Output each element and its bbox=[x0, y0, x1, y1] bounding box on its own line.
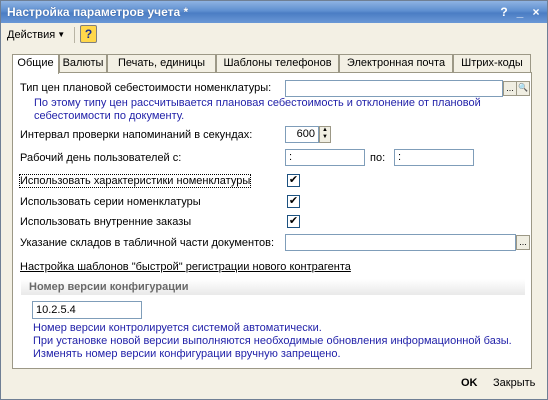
warehouse-spec-input[interactable] bbox=[285, 234, 516, 251]
minimize-button[interactable]: _ bbox=[513, 5, 527, 19]
config-version-group: Номер версии конфигурации 10.2.5.4 Номер… bbox=[21, 279, 525, 363]
help-title-button[interactable]: ? bbox=[497, 5, 511, 19]
tab-barcodes[interactable]: Штрих-коды bbox=[453, 54, 531, 73]
reminder-interval-label: Интервал проверки напоминаний в секундах… bbox=[20, 129, 253, 141]
spin-up-icon[interactable]: ▲ bbox=[320, 127, 330, 134]
actions-menu-button[interactable]: Действия ▼ bbox=[7, 27, 65, 43]
ok-button[interactable]: OK bbox=[461, 377, 478, 389]
price-type-input[interactable] bbox=[285, 80, 503, 97]
title-bar[interactable]: Настройка параметров учета * ? _ × bbox=[1, 1, 547, 23]
config-version-note-line2: При установке новой версии выполняются н… bbox=[33, 335, 512, 347]
use-series-checkbox[interactable]: ✔ bbox=[287, 195, 300, 208]
config-version-note-line3: Изменять номер версии конфигурации вручн… bbox=[33, 348, 341, 360]
toolbar: Действия ▼ ? bbox=[1, 23, 547, 47]
close-window-button[interactable]: × bbox=[529, 5, 543, 19]
workday-to-label: по: bbox=[370, 152, 386, 164]
help-button[interactable]: ? bbox=[80, 25, 97, 43]
use-internal-orders-checkbox[interactable]: ✔ bbox=[287, 215, 300, 228]
reminder-interval-input[interactable]: 600 bbox=[285, 126, 319, 143]
use-series-label: Использовать серии номенклатуры bbox=[20, 196, 201, 208]
config-version-input[interactable]: 10.2.5.4 bbox=[32, 301, 142, 319]
magnifier-icon[interactable]: 🔍 bbox=[516, 81, 530, 96]
general-tab-panel: Тип цен плановой себестоимости номенклат… bbox=[12, 72, 532, 369]
price-type-label: Тип цен плановой себестоимости номенклат… bbox=[20, 82, 272, 94]
tab-general[interactable]: Общие bbox=[12, 54, 59, 74]
workday-label: Рабочий день пользователей с: bbox=[20, 152, 182, 164]
window-title: Настройка параметров учета * bbox=[7, 5, 189, 19]
use-characteristics-checkbox[interactable]: ✔ bbox=[287, 174, 300, 187]
quick-registration-templates-link[interactable]: Настройка шаблонов "быстрой" регистрации… bbox=[20, 261, 351, 273]
tab-phone-templates[interactable]: Шаблоны телефонов bbox=[216, 54, 339, 73]
dialog-footer: OK Закрыть bbox=[1, 371, 547, 399]
dropdown-arrow-icon: ▼ bbox=[57, 30, 66, 39]
workday-to-input[interactable]: : bbox=[394, 149, 474, 166]
reminder-interval-stepper[interactable]: ▲ ▼ bbox=[319, 126, 331, 143]
tab-email[interactable]: Электронная почта bbox=[339, 54, 453, 73]
config-version-note-line1: Номер версии контролируется системой авт… bbox=[33, 322, 322, 334]
warehouse-spec-label: Указание складов в табличной части докум… bbox=[20, 237, 275, 249]
actions-label: Действия bbox=[7, 29, 56, 41]
close-button[interactable]: Закрыть bbox=[493, 377, 535, 389]
tab-print-units[interactable]: Печать, единицы bbox=[107, 54, 216, 73]
price-type-select-button[interactable]: ... bbox=[503, 81, 517, 96]
warehouse-spec-select-button[interactable]: ... bbox=[516, 235, 530, 250]
spin-down-icon[interactable]: ▼ bbox=[320, 134, 330, 141]
price-type-hint-line2: себестоимости по документу. bbox=[34, 110, 185, 122]
use-internal-orders-label: Использовать внутренние заказы bbox=[20, 216, 192, 228]
config-version-title: Номер версии конфигурации bbox=[21, 279, 525, 295]
use-characteristics-label[interactable]: Использовать характеристики номенклатуры bbox=[18, 174, 252, 188]
tab-strip: Общие Валюты Печать, единицы Шаблоны тел… bbox=[12, 54, 532, 74]
settings-window: Настройка параметров учета * ? _ × Дейст… bbox=[0, 0, 548, 400]
toolbar-separator bbox=[74, 27, 75, 43]
price-type-hint-line1: По этому типу цен рассчитывается планова… bbox=[34, 97, 481, 109]
workday-from-input[interactable]: : bbox=[285, 149, 365, 166]
tab-currencies[interactable]: Валюты bbox=[59, 54, 107, 73]
